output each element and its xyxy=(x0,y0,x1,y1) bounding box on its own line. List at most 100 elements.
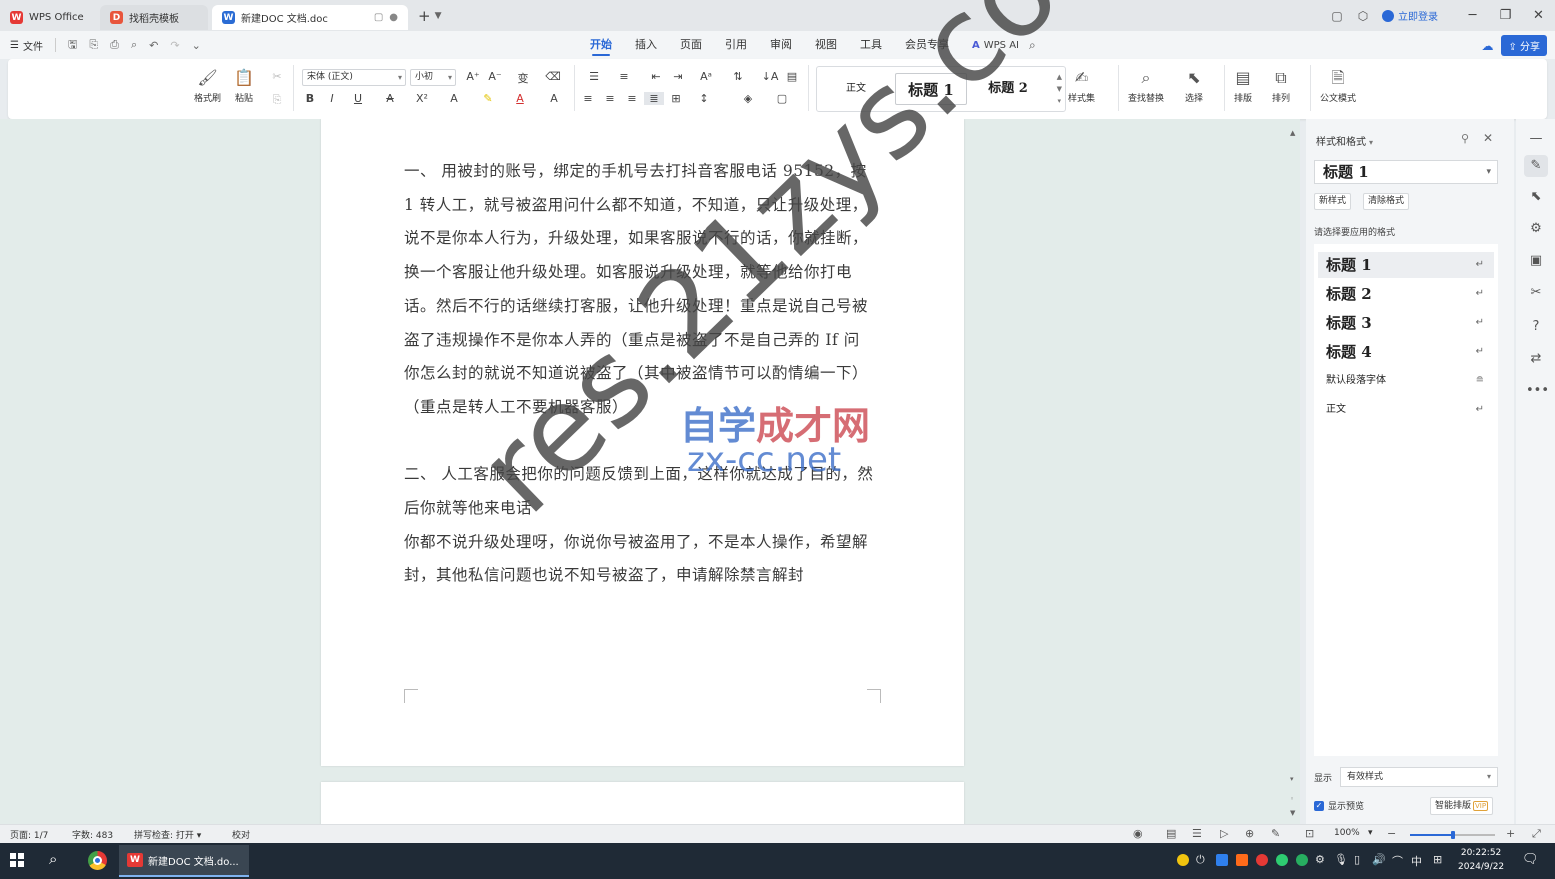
wechat-icon[interactable] xyxy=(1276,854,1288,866)
zoom-level[interactable]: 100% xyxy=(1334,828,1360,838)
font-name-select[interactable]: 宋体 (正文) ▾ xyxy=(302,69,406,86)
spellcheck-toggle[interactable]: 拼写检查: 打开 ▾ xyxy=(134,828,201,841)
char-shading-icon[interactable]: A xyxy=(544,92,564,105)
zoom-slider[interactable] xyxy=(1410,831,1495,839)
fit-page-icon[interactable]: ⊡ xyxy=(1305,827,1314,840)
show-select[interactable]: 有效样式 ▾ xyxy=(1340,767,1498,787)
bold-icon[interactable]: B xyxy=(300,92,320,105)
increase-indent-icon[interactable]: ⇥ xyxy=(668,70,688,83)
notification-icon[interactable]: 🗨 xyxy=(1522,852,1539,867)
tablet-icon[interactable]: ▢ xyxy=(1324,9,1350,23)
tab-view[interactable]: 视图 xyxy=(815,31,837,59)
wifi-icon[interactable]: ⌒ xyxy=(1392,853,1403,869)
chrome-icon[interactable] xyxy=(88,851,107,870)
page-view-icon[interactable]: ▤ xyxy=(1166,827,1176,840)
find-replace-button[interactable]: ⌕ 查找替换 xyxy=(1128,65,1164,104)
taskbar-wps-app[interactable]: W 新建DOC 文档.do... xyxy=(119,845,249,877)
align-center-icon[interactable]: ≡ xyxy=(600,92,620,105)
image-icon[interactable]: ▣ xyxy=(1526,253,1546,268)
restore-icon[interactable]: ❐ xyxy=(1489,8,1522,23)
share-icon[interactable]: ⇄ xyxy=(1526,351,1546,366)
word-count[interactable]: 字数: 483 xyxy=(72,828,113,841)
table-border-icon[interactable]: ▤ xyxy=(782,70,802,83)
file-menu[interactable]: 文件 xyxy=(23,38,43,53)
border-icon[interactable]: ▢ xyxy=(772,92,792,105)
tools-icon[interactable]: ✂ xyxy=(1526,285,1546,300)
sort-direction-icon[interactable]: ⇅ xyxy=(728,70,748,83)
volume-icon[interactable]: 🔊 xyxy=(1372,853,1386,866)
chevron-down-icon[interactable]: ▼ xyxy=(435,11,442,21)
dot-icon[interactable]: ● xyxy=(389,12,398,23)
cube-icon[interactable]: ⬡ xyxy=(1350,9,1376,23)
chevron-down-icon[interactable]: ⌄ xyxy=(192,39,201,52)
eye-icon[interactable]: ◉ xyxy=(1133,827,1143,840)
undo-icon[interactable]: ↶ xyxy=(149,39,158,52)
zoom-in-icon[interactable]: + xyxy=(1506,827,1515,840)
superscript-icon[interactable]: X² xyxy=(412,92,432,105)
zoom-slider-handle[interactable] xyxy=(1450,831,1455,839)
clock[interactable]: 20:22:52 2024/9/22 xyxy=(1458,846,1504,874)
distribute-icon[interactable]: ⊞ xyxy=(666,92,686,105)
print-preview-icon[interactable]: ⌕ xyxy=(131,38,137,52)
proofread-button[interactable]: 校对 xyxy=(232,828,250,841)
eraser-icon[interactable]: ⌫ xyxy=(543,70,563,83)
clear-format-button[interactable]: 清除格式 xyxy=(1363,193,1410,210)
style-item-heading-1[interactable]: 标题 1 ↵ xyxy=(1318,252,1494,278)
gallery-scroll[interactable]: ▲ ▼ ▾ xyxy=(1057,71,1062,107)
layout-button[interactable]: ▤ 排版 xyxy=(1234,65,1252,104)
windows-start-icon[interactable] xyxy=(10,853,24,867)
tray-app-icon[interactable] xyxy=(1177,854,1189,866)
zoom-out-icon[interactable]: − xyxy=(1387,827,1396,840)
grow-font-icon[interactable]: A⁺ xyxy=(463,70,483,83)
more-icon[interactable]: ••• xyxy=(1526,383,1549,398)
window-icon[interactable]: ▢ xyxy=(374,12,383,23)
shrink-font-icon[interactable]: A⁻ xyxy=(485,70,505,83)
copy-icon[interactable]: ⎘ xyxy=(267,93,287,107)
align-left-icon[interactable]: ≡ xyxy=(578,92,598,105)
tray-app-icon[interactable] xyxy=(1296,854,1308,866)
numbered-list-icon[interactable]: ≡ xyxy=(614,70,634,83)
align-right-icon[interactable]: ≡ xyxy=(622,92,642,105)
font-size-select[interactable]: 小初 ▾ xyxy=(410,69,456,86)
ime-indicator[interactable]: 中 xyxy=(1411,853,1422,869)
adjust-icon[interactable]: ⚙ xyxy=(1526,221,1546,236)
hamburger-icon[interactable]: ☰ xyxy=(10,40,19,51)
login-button[interactable]: 立即登录 xyxy=(1382,8,1438,23)
strikethrough-icon[interactable]: A xyxy=(380,92,400,105)
text-effect-icon[interactable]: A xyxy=(444,92,464,105)
shading-icon[interactable]: ◈ xyxy=(738,92,758,105)
save-icon[interactable]: 🖫 xyxy=(68,36,77,55)
select-button[interactable]: ⬉ 选择 xyxy=(1185,65,1203,104)
line-spacing-icon[interactable]: ↕ xyxy=(694,92,714,105)
smart-layout-button[interactable]: 智能排版 VIP xyxy=(1430,797,1494,815)
current-style-select[interactable]: 标题 1 ▾ xyxy=(1314,160,1498,184)
network-icon[interactable]: ⚙ xyxy=(1315,853,1325,866)
text-direction-icon[interactable]: Aᵃ xyxy=(696,70,716,83)
document-canvas[interactable]: 一、 用被封的账号，绑定的手机号去打抖音客服电话 95152，按 1 转人工，就… xyxy=(0,119,1300,824)
pen-icon[interactable]: ✎ xyxy=(1271,827,1280,840)
tab-page[interactable]: 页面 xyxy=(680,31,702,59)
tab-template[interactable]: D 找稻壳模板 xyxy=(100,5,208,30)
paragraph[interactable]: 你都不说升级处理呀，你说你号被盗用了，不是本人操作，希望解封，其他私信问题也说不… xyxy=(404,526,874,593)
paste-button[interactable]: 📋 粘贴 xyxy=(234,65,254,104)
show-preview-checkbox[interactable]: ✓ xyxy=(1314,801,1324,811)
highlight-icon[interactable]: ✎ xyxy=(478,92,498,105)
format-painter-button[interactable]: 🖌 格式刷 xyxy=(194,65,221,104)
dash-icon[interactable]: — xyxy=(1526,131,1546,146)
style-item-heading-2[interactable]: 标题 2 ↵ xyxy=(1318,281,1494,307)
tab-review[interactable]: 审阅 xyxy=(770,31,792,59)
search-icon[interactable]: ⌕ xyxy=(49,850,57,868)
tab-references[interactable]: 引用 xyxy=(725,31,747,59)
tray-app-icon[interactable] xyxy=(1216,854,1228,866)
tab-document[interactable]: W 新建DOC 文档.doc ▢ ● xyxy=(212,5,408,30)
official-mode-button[interactable]: 🗎 公文模式 xyxy=(1320,65,1356,104)
minimize-icon[interactable]: ─ xyxy=(1456,8,1489,23)
play-icon[interactable]: ▷ xyxy=(1220,827,1228,840)
pen-icon[interactable]: ✎ xyxy=(1524,155,1548,177)
pane-title[interactable]: 样式和格式 ▾ xyxy=(1316,133,1373,148)
italic-icon[interactable]: I xyxy=(322,92,342,105)
scroll-down-icon[interactable]: ▼ xyxy=(1290,809,1295,817)
tab-insert[interactable]: 插入 xyxy=(635,31,657,59)
chevron-down-icon[interactable]: ▾ xyxy=(1368,828,1373,838)
close-icon[interactable]: ✕ xyxy=(1483,131,1493,145)
